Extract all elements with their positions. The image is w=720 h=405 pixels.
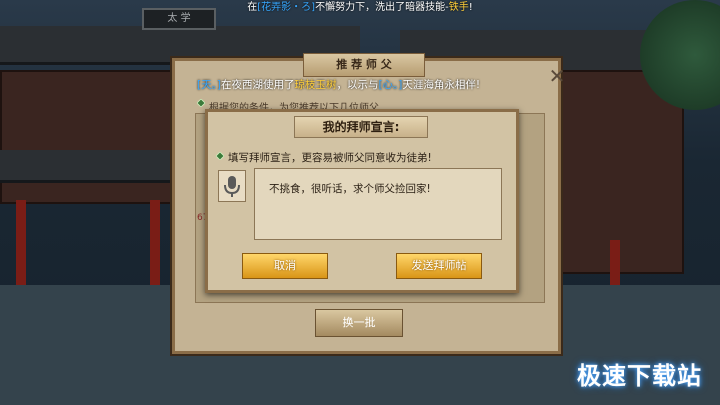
send-request-button[interactable]: 发送拜师帖 (396, 253, 482, 279)
ticker-text: ! (468, 2, 473, 13)
cancel-button[interactable]: 取消 (242, 253, 328, 279)
message-text: 天涯海角永相伴! (402, 79, 481, 91)
declaration-text: 不挑食，很听话，求个师父捡回家! (269, 183, 431, 195)
ticker-skill-name: 铁手 (448, 2, 469, 13)
diamond-bullet-icon (197, 99, 205, 107)
message-player-name[interactable]: [天。] (197, 79, 221, 91)
refresh-batch-button[interactable]: 换一批 (315, 309, 403, 337)
watermark-logo: 极速下载站 (577, 362, 702, 390)
declaration-dialog: 我的拜师宣言: 填写拜师宣言，更容易被师父同意收为徒弟! 不挑食，很听话，求个师… (205, 109, 519, 293)
microphone-icon (224, 176, 240, 197)
message-text: 在夜西湖使用了 (220, 79, 295, 91)
declaration-hint: 填写拜师宣言，更容易被师父同意收为徒弟! (228, 152, 432, 164)
declaration-textarea[interactable]: 不挑食，很听话，求个师父捡回家! (254, 168, 502, 240)
message-player-name[interactable]: [心。] (378, 79, 402, 91)
ticker-text: 在 (247, 2, 258, 13)
background-roof (0, 150, 180, 183)
message-text: ，以示与 (336, 79, 379, 91)
ticker-player-name[interactable]: [花弄影・ろ] (257, 2, 315, 13)
system-message: [天。]在夜西湖使用了琼枝玉树，以示与[心。]天涯海角永相伴! (197, 77, 552, 92)
voice-input-button[interactable] (218, 170, 246, 202)
message-item-name[interactable]: 琼枝玉树 (294, 79, 336, 91)
diamond-bullet-icon (216, 152, 224, 160)
ticker-text: 不懈努力下，洗出了暗器技能- (315, 2, 449, 13)
panel-title: 推 荐 师 父 (303, 53, 425, 77)
system-ticker: 在[花弄影・ろ]不懈努力下，洗出了暗器技能-铁手! (0, 0, 720, 16)
dialog-title: 我的拜师宣言: (294, 116, 428, 138)
